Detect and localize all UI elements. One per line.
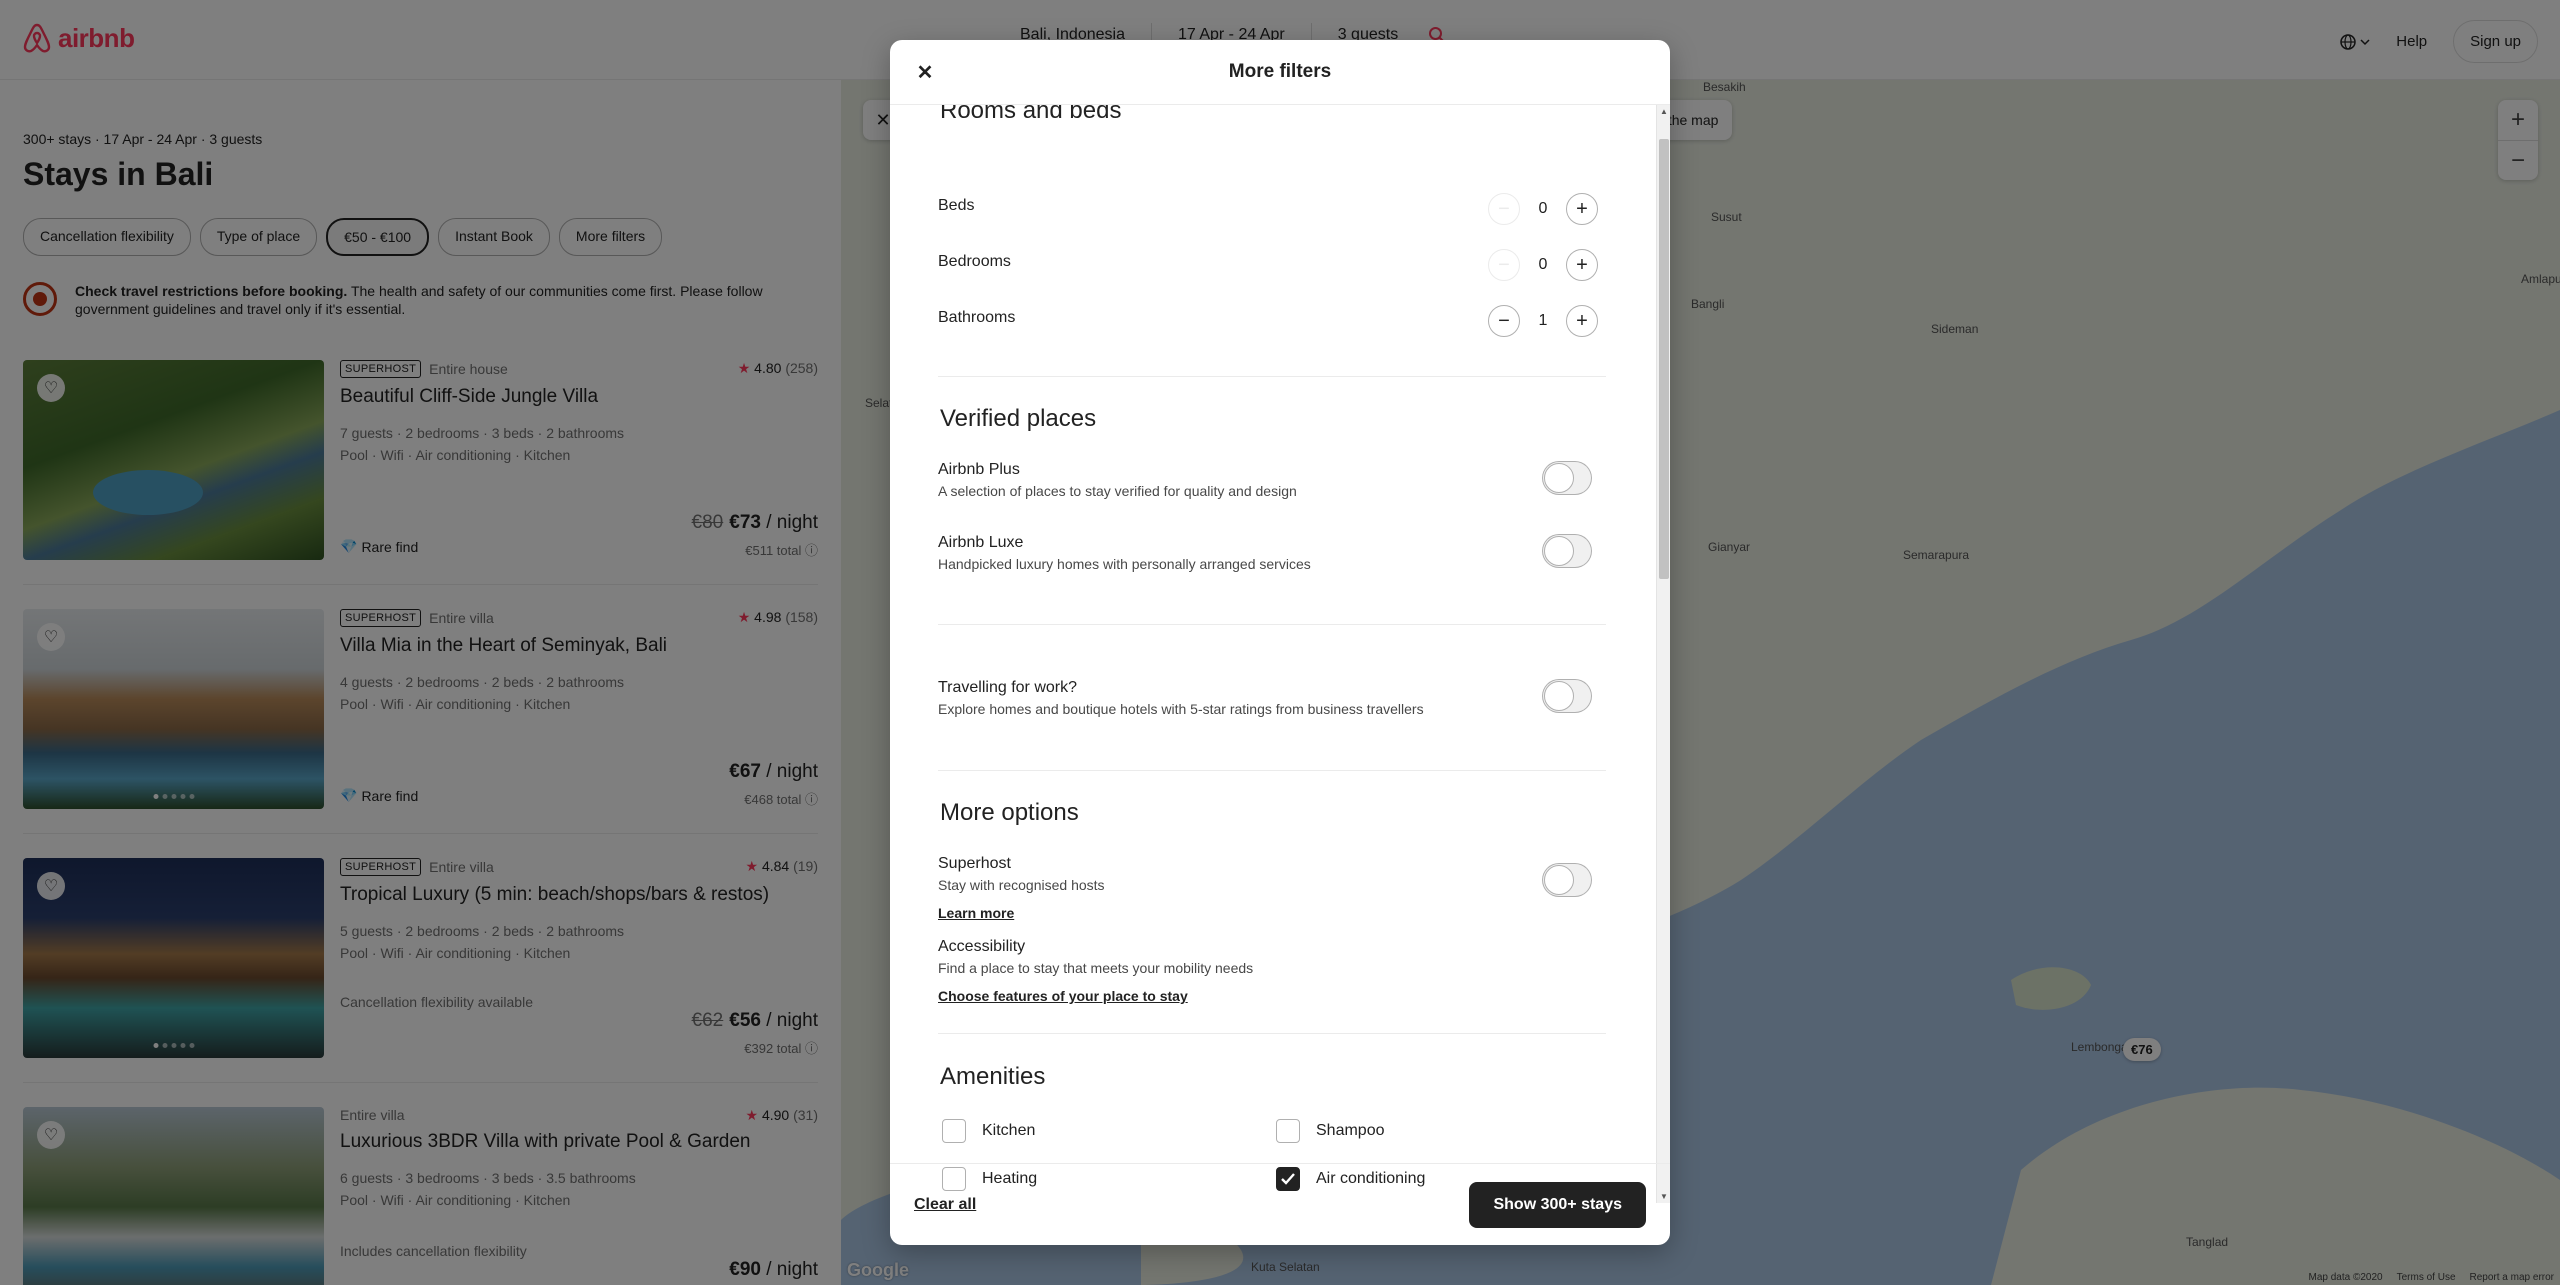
airbnb-luxe-label: Airbnb Luxe [938, 534, 1024, 551]
bedrooms-stepper: − 0 + [1488, 249, 1598, 281]
accessibility-row: Accessibility Find a place to stay that … [938, 938, 1598, 1006]
work-travel-row: Travelling for work? Explore homes and b… [938, 679, 1598, 717]
bedrooms-value: 0 [1538, 256, 1548, 273]
modal-body[interactable]: Rooms and beds Beds − 0 + Bedrooms − 0 +… [890, 105, 1670, 1203]
beds-stepper: − 0 + [1488, 193, 1598, 225]
airbnb-plus-row: Airbnb Plus A selection of places to sta… [938, 461, 1598, 499]
show-stays-button[interactable]: Show 300+ stays [1469, 1181, 1646, 1228]
rooms-heading: Rooms and beds [940, 105, 1122, 124]
divider [938, 624, 1606, 625]
superhost-label: Superhost [938, 855, 1011, 872]
close-icon[interactable]: ✕ [910, 57, 940, 87]
minus-icon[interactable]: − [1488, 249, 1520, 281]
bathrooms-stepper: − 1 + [1488, 305, 1598, 337]
more-options-heading: More options [940, 799, 1079, 826]
more-filters-modal: ✕ More filters Rooms and beds Beds − 0 +… [890, 40, 1670, 1245]
beds-row: Beds − 0 + [938, 193, 1598, 225]
bathrooms-value: 1 [1538, 312, 1548, 329]
divider [938, 376, 1606, 377]
scrollbar[interactable]: ▲ ▼ [1656, 105, 1670, 1203]
verified-heading: Verified places [940, 405, 1097, 432]
amenity-kitchen[interactable]: Kitchen [942, 1119, 1035, 1143]
bathrooms-row: Bathrooms − 1 + [938, 305, 1598, 337]
beds-value: 0 [1538, 200, 1548, 217]
superhost-row: Superhost Stay with recognised hosts Lea… [938, 855, 1598, 923]
accessibility-features-link[interactable]: Choose features of your place to stay [938, 988, 1188, 1004]
superhost-toggle[interactable] [1542, 863, 1592, 897]
amenity-shampoo[interactable]: Shampoo [1276, 1119, 1385, 1143]
amenity-label: Shampoo [1316, 1122, 1385, 1139]
work-travel-sub: Explore homes and boutique hotels with 5… [938, 701, 1424, 717]
modal-title: More filters [1228, 61, 1332, 82]
airbnb-plus-toggle[interactable] [1542, 461, 1592, 495]
accessibility-label: Accessibility [938, 938, 1026, 955]
airbnb-luxe-row: Airbnb Luxe Handpicked luxury homes with… [938, 534, 1598, 572]
minus-icon[interactable]: − [1488, 305, 1520, 337]
divider [938, 1033, 1606, 1034]
superhost-sub: Stay with recognised hosts [938, 877, 1105, 893]
airbnb-luxe-toggle[interactable] [1542, 534, 1592, 568]
accessibility-sub: Find a place to stay that meets your mob… [938, 960, 1254, 976]
work-travel-toggle[interactable] [1542, 679, 1592, 713]
modal-header: ✕ More filters [890, 40, 1670, 105]
modal-footer: Clear all Show 300+ stays [890, 1163, 1670, 1245]
plus-icon[interactable]: + [1566, 193, 1598, 225]
plus-icon[interactable]: + [1566, 249, 1598, 281]
learn-more-link[interactable]: Learn more [938, 905, 1014, 921]
airbnb-luxe-sub: Handpicked luxury homes with personally … [938, 556, 1311, 572]
airbnb-plus-sub: A selection of places to stay verified f… [938, 483, 1297, 499]
checkbox[interactable] [942, 1119, 966, 1143]
scroll-up-icon[interactable]: ▲ [1660, 107, 1668, 116]
work-travel-label: Travelling for work? [938, 679, 1078, 696]
airbnb-plus-label: Airbnb Plus [938, 461, 1020, 478]
plus-icon[interactable]: + [1566, 305, 1598, 337]
bedrooms-row: Bedrooms − 0 + [938, 249, 1598, 281]
divider [938, 770, 1606, 771]
clear-all-button[interactable]: Clear all [914, 1196, 976, 1214]
minus-icon[interactable]: − [1488, 193, 1520, 225]
amenities-heading: Amenities [940, 1063, 1046, 1090]
scrollbar-thumb[interactable] [1659, 139, 1669, 579]
checkbox[interactable] [1276, 1119, 1300, 1143]
amenity-label: Kitchen [982, 1122, 1036, 1139]
